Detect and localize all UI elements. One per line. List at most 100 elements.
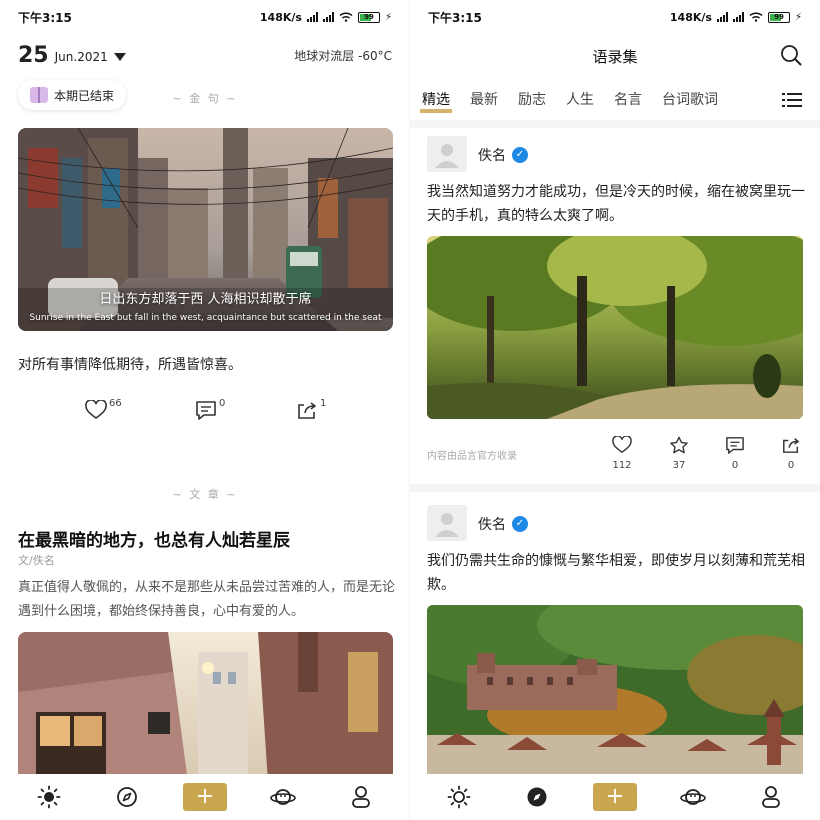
post-image[interactable] <box>427 605 803 775</box>
comment-icon <box>196 401 216 420</box>
comment-button[interactable]: 0 <box>720 436 750 471</box>
comment-button[interactable]: 0 <box>195 398 226 420</box>
status-bar: 下午3:15 148K/s 99 ⚡ <box>0 0 410 34</box>
comment-count: 0 <box>219 398 226 409</box>
compass-icon <box>117 787 137 807</box>
like-button[interactable]: 66 <box>85 398 122 420</box>
nav-community[interactable] <box>261 782 305 812</box>
nav-add[interactable]: + <box>593 782 637 812</box>
user-avatar-icon <box>435 144 459 168</box>
signal-icon <box>322 12 334 22</box>
share-icon <box>298 402 316 419</box>
nav-home[interactable] <box>437 782 481 812</box>
battery-level: 99 <box>774 12 784 21</box>
date-day: 25 <box>18 42 49 68</box>
card-separator <box>410 120 820 128</box>
signal-icon <box>716 12 728 22</box>
issue-ended-label: 本期已结束 <box>54 88 115 103</box>
post-image[interactable] <box>427 236 803 419</box>
hero-caption-chinese: 日出东方却落于西 人海相识却散于席 <box>99 292 312 307</box>
article-title[interactable]: 在最黑暗的地方，也总有人灿若星辰 <box>18 526 290 551</box>
section-quote-label: ~ 金 句 ~ <box>172 92 238 105</box>
card-separator <box>410 484 820 492</box>
favorite-button[interactable]: 37 <box>664 436 694 471</box>
charging-icon: ⚡ <box>384 11 392 23</box>
bottom-nav: + <box>0 774 410 820</box>
status-time: 下午3:15 <box>18 10 72 25</box>
planet-icon <box>680 789 706 805</box>
date-month[interactable]: Jun.2021 <box>55 50 108 64</box>
chevron-down-icon[interactable] <box>113 53 126 61</box>
tab-inspiration[interactable]: 励志 <box>518 89 546 113</box>
post-author[interactable]: 佚名 ✓ <box>478 514 528 534</box>
compass-icon <box>527 787 547 807</box>
tab-life[interactable]: 人生 <box>566 89 594 113</box>
profile-icon <box>762 786 780 808</box>
add-icon: + <box>593 783 637 811</box>
heart-icon <box>612 435 632 454</box>
battery-level: 99 <box>364 12 374 21</box>
status-bar: 下午3:15 148K/s 99 ⚡ <box>410 0 820 34</box>
heart-icon <box>85 400 107 419</box>
like-button[interactable]: 112 <box>607 435 637 471</box>
quotes-screen: 下午3:15 148K/s 99 ⚡ 语录集 精选 最新 励志 人生 名言 台词… <box>410 0 820 820</box>
share-count: 0 <box>787 460 795 471</box>
add-icon: + <box>183 783 227 811</box>
castle-town-image <box>427 605 803 775</box>
post-author-name: 佚名 <box>478 517 506 533</box>
wifi-icon <box>339 12 353 22</box>
battery-icon: 99 <box>767 11 790 23</box>
quote-actions: 66 0 1 <box>0 398 410 430</box>
tab-famous-quotes[interactable]: 名言 <box>614 89 642 113</box>
share-count: 1 <box>320 398 327 409</box>
nav-add[interactable]: + <box>183 782 227 812</box>
home-screen: 下午3:15 148K/s 99 ⚡ 25 Jun.2021 地球对流层 -60… <box>0 0 410 820</box>
issue-ended-badge[interactable]: 本期已结束 <box>18 80 127 110</box>
network-speed: 148K/s <box>259 10 302 24</box>
avatar[interactable] <box>427 505 467 541</box>
status-time: 下午3:15 <box>428 10 482 25</box>
profile-icon <box>352 786 370 808</box>
hero-caption-english: Sunrise in the East but fall in the west… <box>29 313 382 323</box>
tab-latest[interactable]: 最新 <box>470 89 498 113</box>
quote-image[interactable]: 日出东方却落于西 人海相识却散于席 Sunrise in the East bu… <box>18 128 393 331</box>
bottom-nav: + <box>410 774 820 820</box>
weather-text: 地球对流层 -60°C <box>294 48 392 63</box>
verified-icon: ✓ <box>512 147 528 163</box>
search-button[interactable] <box>780 44 802 70</box>
category-tabs: 精选 最新 励志 人生 名言 台词歌词 <box>420 88 808 114</box>
forest-path-image <box>427 236 803 419</box>
list-icon <box>782 93 802 107</box>
nav-profile[interactable] <box>339 782 383 812</box>
nav-discover[interactable] <box>105 782 149 812</box>
comment-icon <box>726 437 744 454</box>
post-text: 我当然知道努力才能成功，但是冷天的时候，缩在被窝里玩一天的手机，真的特么太爽了啊… <box>427 184 805 224</box>
sun-icon <box>447 785 471 809</box>
network-speed: 148K/s <box>669 10 712 24</box>
favorite-count: 37 <box>672 460 686 471</box>
like-count: 112 <box>612 460 632 471</box>
section-article-label: ~ 文 章 ~ <box>172 488 238 501</box>
battery-icon: 99 <box>357 11 380 23</box>
quote-text: 对所有事情降低期待，所遇皆惊喜。 <box>18 357 242 373</box>
like-count: 66 <box>109 398 122 409</box>
tab-menu-button[interactable] <box>782 92 802 112</box>
nav-community[interactable] <box>671 782 715 812</box>
nav-profile[interactable] <box>749 782 793 812</box>
avatar[interactable] <box>427 136 467 172</box>
comment-count: 0 <box>731 460 739 471</box>
tab-featured[interactable]: 精选 <box>420 89 452 113</box>
nav-home[interactable] <box>27 782 71 812</box>
star-icon <box>670 436 688 454</box>
tab-lyrics[interactable]: 台词歌词 <box>662 89 718 113</box>
signal-icon <box>732 12 744 22</box>
article-image[interactable] <box>18 632 393 782</box>
search-icon <box>781 45 802 66</box>
post-author[interactable]: 佚名 ✓ <box>478 145 528 165</box>
share-icon <box>783 438 799 453</box>
share-button[interactable]: 0 <box>776 436 806 471</box>
share-button[interactable]: 1 <box>296 398 327 420</box>
nav-discover[interactable] <box>515 782 559 812</box>
content-source: 内容由品言官方收录 <box>427 451 517 462</box>
wifi-icon <box>749 12 763 22</box>
